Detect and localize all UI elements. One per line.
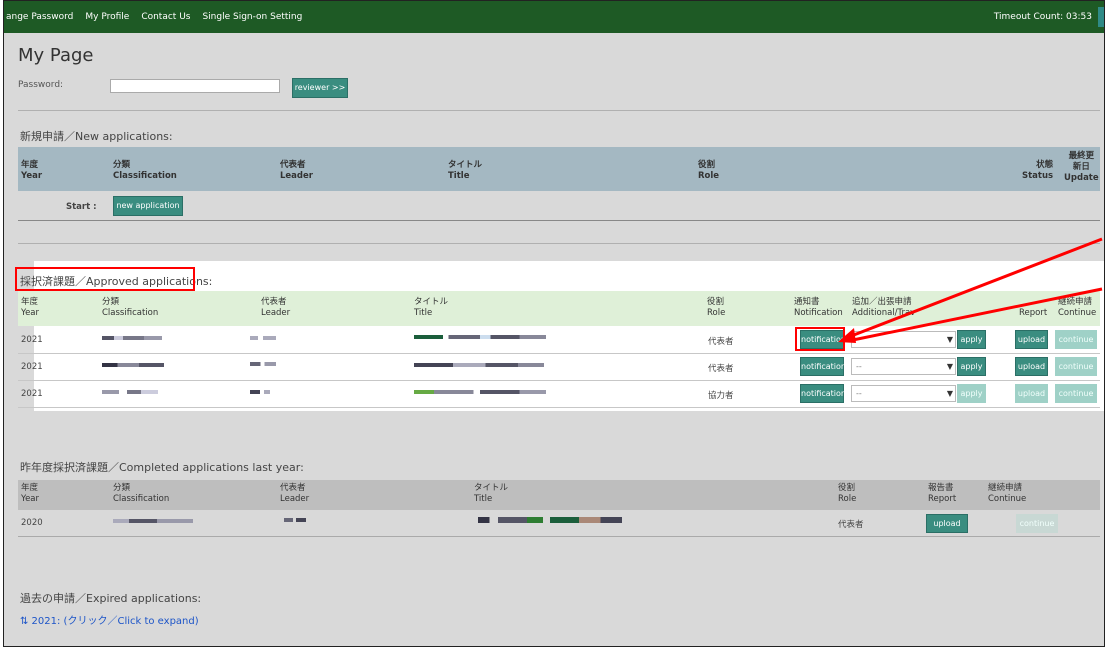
nav-links: ange Password My Profile Contact Us Sing… xyxy=(4,1,302,33)
password-input[interactable] xyxy=(110,79,280,93)
header-leader: 代表者 Leader xyxy=(261,297,291,318)
apply-button[interactable]: apply xyxy=(957,357,986,376)
redacted-classification xyxy=(113,519,193,523)
header-leader: 代表者 Leader xyxy=(280,160,313,181)
redacted-leader xyxy=(284,518,306,522)
row-year: 2021 xyxy=(21,362,43,372)
new-applications-header: 年度 Year 分類 Classification 代表者 Leader タイトル Ti… xyxy=(18,147,1100,191)
additional-select[interactable]: -- ▼ xyxy=(851,385,956,402)
row-year: 2020 xyxy=(21,518,43,528)
nav-sso-setting[interactable]: Single Sign-on Setting xyxy=(202,12,302,22)
header-role: 役割 Role xyxy=(838,483,857,504)
notification-button[interactable]: notification xyxy=(800,357,846,376)
redacted-leader xyxy=(250,362,276,366)
start-label: Start : xyxy=(66,202,97,212)
row-role: 協力者 xyxy=(708,391,734,401)
page-title: My Page xyxy=(18,45,94,66)
nav-my-profile[interactable]: My Profile xyxy=(85,12,129,22)
expired-applications-title: 過去の申請／Expired applications: xyxy=(20,592,202,605)
header-classification: 分類 Classification xyxy=(102,297,159,318)
header-leader: 代表者 Leader xyxy=(280,483,310,504)
divider xyxy=(18,110,1100,111)
highlight-box-title xyxy=(15,267,195,291)
continue-button[interactable]: continue xyxy=(1055,357,1097,376)
annotation-arrows xyxy=(838,237,1103,343)
redacted-classification xyxy=(102,390,158,394)
upload-button[interactable]: upload xyxy=(1015,384,1048,403)
redacted-title xyxy=(414,363,544,367)
nav-change-password[interactable]: ange Password xyxy=(6,12,73,22)
new-applications-title: 新規申請／New applications: xyxy=(20,130,173,143)
table-row: 2020 代表者 upload continue xyxy=(18,510,1100,537)
password-label: Password: xyxy=(18,80,64,90)
nav-edge-button[interactable] xyxy=(1098,7,1104,27)
header-update: 最終更 新日 Update xyxy=(1064,151,1099,183)
redacted-title xyxy=(414,390,546,394)
row-year: 2021 xyxy=(21,389,43,399)
header-role: 役割 Role xyxy=(707,297,726,318)
upload-button[interactable]: upload xyxy=(1015,357,1048,376)
notification-button[interactable]: notification xyxy=(800,384,846,403)
upload-button[interactable]: upload xyxy=(926,514,968,533)
completed-header: 年度 Year 分類 Classification 代表者 Leader タイトル Ti… xyxy=(18,480,1100,510)
continue-button[interactable]: continue xyxy=(1055,384,1097,403)
apply-button[interactable]: apply xyxy=(957,384,986,403)
header-title: タイトル Title xyxy=(414,297,449,318)
header-report: 報告書 Report xyxy=(928,483,957,504)
header-title: タイトル Title xyxy=(448,160,483,181)
new-application-button[interactable]: new application xyxy=(113,196,183,216)
top-navbar: ange Password My Profile Contact Us Sing… xyxy=(4,1,1104,33)
header-title: タイトル Title xyxy=(474,483,509,504)
table-row: 2021 協力者 notification -- ▼ apply upload c… xyxy=(18,380,1100,408)
expand-2021-link[interactable]: ⇅ 2021: (クリック／Click to expand) xyxy=(20,612,199,627)
redacted-leader xyxy=(250,390,270,394)
browser-frame: ange Password My Profile Contact Us Sing… xyxy=(3,0,1105,647)
header-continue: 継続申請 Continue xyxy=(988,483,1027,504)
divider xyxy=(18,220,1100,221)
row-role: 代表者 xyxy=(708,337,734,347)
header-classification: 分類 Classification xyxy=(113,160,177,181)
redacted-classification xyxy=(102,363,164,367)
header-year: 年度 Year xyxy=(21,160,43,181)
row-year: 2021 xyxy=(21,335,43,345)
header-status: 状態 Status xyxy=(1022,160,1054,181)
additional-select[interactable]: -- ▼ xyxy=(851,358,956,375)
header-role: 役割 Role xyxy=(698,160,720,181)
continue-button[interactable]: continue xyxy=(1016,514,1058,533)
reviewer-button[interactable]: reviewer >> xyxy=(292,78,348,98)
row-role: 代表者 xyxy=(838,520,864,530)
redacted-title xyxy=(478,517,622,523)
header-year: 年度 Year xyxy=(21,483,39,504)
redacted-title xyxy=(414,335,546,339)
header-year: 年度 Year xyxy=(21,297,39,318)
nav-contact-us[interactable]: Contact Us xyxy=(141,12,190,22)
completed-applications-title: 昨年度採択済課題／Completed applications last yea… xyxy=(20,461,304,474)
table-row: 2021 代表者 notification -- ▼ apply upload c… xyxy=(18,353,1100,381)
timeout-counter: Timeout Count: 03:53 xyxy=(993,12,1092,22)
header-classification: 分類 Classification xyxy=(113,483,170,504)
redacted-leader xyxy=(250,336,276,340)
row-role: 代表者 xyxy=(708,364,734,374)
redacted-classification xyxy=(102,336,162,340)
